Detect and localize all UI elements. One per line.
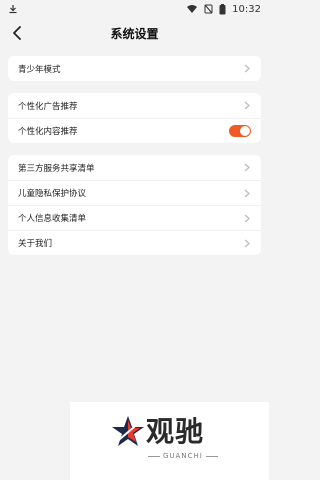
watermark-logo: 观驰 GUANCHI [110,408,230,478]
setting-label: 青少年模式 [18,64,61,75]
setting-label: 关于我们 [18,239,53,249]
chevron-left-icon [12,26,22,40]
status-time: 10:32 [232,3,261,15]
settings-card-privacy: 第三方服务共享清单 儿童隐私保护协议 个人信息收集清单 关于我们 [8,155,261,255]
watermark-text: 观驰 [146,415,205,448]
setting-label: 个性化广告推荐 [18,101,78,112]
settings-card-teen: 青少年模式 [8,56,261,81]
setting-label: 儿童隐私保护协议 [18,189,87,199]
setting-row-child-privacy[interactable]: 儿童隐私保护协议 [8,180,261,205]
setting-row-teen-mode[interactable]: 青少年模式 [8,56,261,81]
setting-row-content-recommendation: 个性化内容推荐 [8,118,261,143]
download-icon [8,4,18,14]
setting-label: 个性化内容推荐 [18,127,78,137]
no-sim-icon [204,4,213,14]
watermark-subtext: GUANCHI [163,452,203,460]
status-right: 10:32 [186,3,261,15]
setting-row-about-us[interactable]: 关于我们 [8,230,261,255]
chevron-right-icon [243,238,251,248]
page-title: 系统设置 [110,26,159,41]
chevron-right-icon [243,101,251,111]
header: 系统设置 [0,18,269,48]
star-logo-icon [110,414,146,450]
settings-card-personalization: 个性化广告推荐 个性化内容推荐 [8,93,261,143]
chevron-right-icon [243,213,251,223]
divider [205,455,218,457]
setting-row-third-party-list[interactable]: 第三方服务共享清单 [8,155,261,180]
divider [148,455,160,457]
status-bar: 10:32 [0,0,269,18]
wifi-icon [186,4,198,14]
setting-row-info-collection[interactable]: 个人信息收集清单 [8,205,261,230]
setting-label: 个人信息收集清单 [18,214,87,224]
setting-label: 第三方服务共享清单 [18,163,95,174]
chevron-right-icon [243,188,251,198]
battery-icon [219,3,226,15]
back-button[interactable] [8,24,26,42]
status-left [8,4,18,14]
watermark-subtext-wrap: GUANCHI [148,452,218,460]
content-recommendation-toggle[interactable] [229,125,251,137]
chevron-right-icon [243,64,251,74]
toggle-knob [240,126,250,136]
setting-row-ad-recommendation[interactable]: 个性化广告推荐 [8,93,261,118]
chevron-right-icon [243,163,251,173]
watermark: 观驰 GUANCHI [70,402,269,480]
